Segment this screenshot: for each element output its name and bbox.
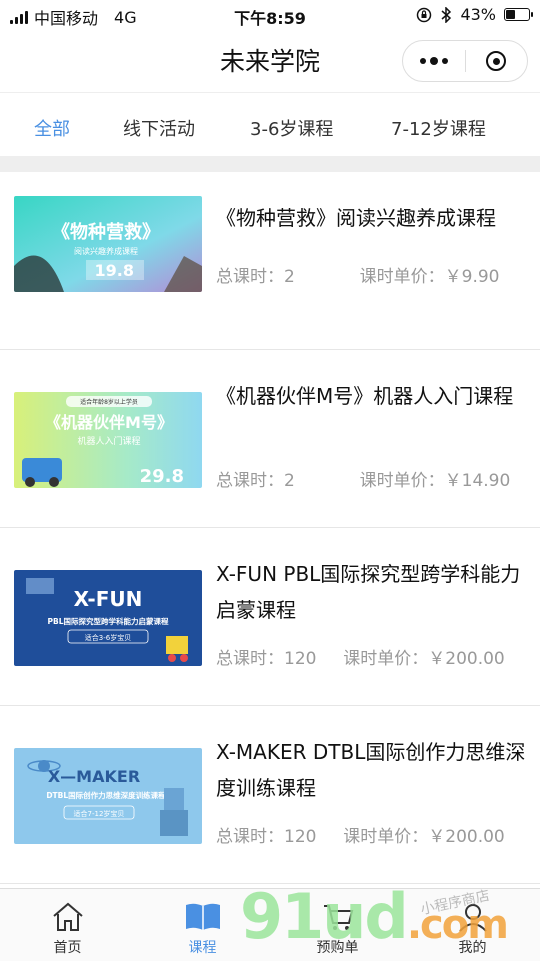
close-button[interactable]	[466, 51, 528, 71]
course-unit-price: 课时单价：￥200.00	[343, 649, 505, 669]
tabbar-profile-label: 我的	[458, 940, 487, 956]
tabbar-home[interactable]: 首页	[0, 889, 135, 961]
course-item[interactable]: X-FUN PBL国际探究型跨学科能力启蒙课程 适合3-6岁宝贝 X-FUN P…	[0, 528, 540, 706]
home-icon	[52, 902, 83, 931]
course-thumbnail: 适合年龄8岁以上学员 《机器伙伴M号》 机器人入门课程 29.8	[14, 392, 202, 488]
tabbar-courses[interactable]: 课程	[135, 889, 270, 961]
course-item[interactable]: X—MAKER DTBL国际创作力思维深度训练课程 适合7-12岁宝贝 X-MA…	[0, 706, 540, 884]
battery-icon	[504, 8, 533, 21]
thumb-title: X—MAKER	[48, 767, 140, 786]
course-unit-price: 课时单价：￥14.90	[359, 471, 511, 491]
course-thumbnail: X-FUN PBL国际探究型跨学科能力启蒙课程 适合3-6岁宝贝	[14, 570, 202, 666]
thumb-subtitle: 阅读兴趣养成课程	[74, 246, 138, 256]
course-meta: 总课时：120 课时单价：￥200.00	[216, 644, 505, 669]
course-item[interactable]: 《物种营救》 阅读兴趣养成课程 19.8 《物种营救》阅读兴趣养成课程 总课时：…	[0, 172, 540, 350]
section-divider	[0, 156, 540, 172]
mini-program-capsule	[402, 40, 528, 82]
course-hours: 总课时：2	[216, 471, 295, 491]
tab-offline-activities[interactable]: 线下活动	[123, 115, 195, 141]
tabbar-cart-label: 预购单	[316, 940, 359, 956]
tabbar-courses-label: 课程	[188, 940, 217, 956]
course-meta: 总课时：120 课时单价：￥200.00	[216, 822, 505, 847]
course-name: 《机器伙伴M号》机器人入门课程	[216, 384, 514, 408]
course-name: 《物种营救》阅读兴趣养成课程	[216, 206, 496, 230]
thumb-price: 19.8	[95, 261, 134, 280]
course-thumbnail: 《物种营救》 阅读兴趣养成课程 19.8	[14, 196, 202, 292]
tabbar-cart[interactable]: 预购单	[270, 889, 405, 961]
nav-bar: 未来学院	[0, 30, 540, 88]
course-thumbnail: X—MAKER DTBL国际创作力思维深度训练课程 适合7-12岁宝贝	[14, 748, 202, 844]
course-meta: 总课时：2 课时单价：￥9.90	[216, 262, 500, 287]
book-icon	[185, 903, 220, 930]
category-tabs: 全部 线下活动 3-6岁课程 7-12岁课程	[0, 92, 540, 157]
course-hours: 总课时：120	[216, 649, 317, 669]
close-circle-icon	[486, 51, 507, 71]
thumb-subtitle: DTBL国际创作力思维深度训练课程	[46, 790, 166, 800]
tab-age-7-12[interactable]: 7-12岁课程	[391, 115, 486, 141]
thumb-title: X-FUN	[74, 587, 143, 611]
more-menu-button[interactable]	[403, 56, 465, 65]
tab-all[interactable]: 全部	[34, 115, 70, 141]
course-unit-price: 课时单价：￥9.90	[359, 267, 500, 287]
rotation-lock-icon	[417, 7, 432, 22]
battery-percent: 43%	[460, 5, 496, 24]
status-bar: 中国移动 4G 下午8:59 43%	[0, 0, 540, 30]
bluetooth-icon	[441, 6, 452, 23]
thumb-price: 29.8	[140, 466, 184, 487]
thumb-title: 《机器伙伴M号》	[45, 413, 173, 432]
thumb-title: 《物种营救》	[52, 221, 160, 243]
tabbar-home-label: 首页	[53, 940, 82, 956]
course-meta: 总课时：2 课时单价：￥14.90	[216, 466, 510, 491]
thumb-tag: 适合7-12岁宝贝	[74, 809, 125, 818]
course-unit-price: 课时单价：￥200.00	[343, 827, 505, 847]
course-hours: 总课时：2	[216, 267, 295, 287]
thumb-tag: 适合3-6岁宝贝	[85, 633, 131, 642]
course-name: X-MAKER DTBL国际创作力思维深度训练课程	[216, 740, 526, 800]
thumb-subtitle: PBL国际探究型跨学科能力启蒙课程	[48, 616, 169, 626]
course-list: 《物种营救》 阅读兴趣养成课程 19.8 《物种营救》阅读兴趣养成课程 总课时：…	[0, 172, 540, 884]
thumb-tag: 适合年龄8岁以上学员	[80, 398, 138, 406]
course-item[interactable]: 适合年龄8岁以上学员 《机器伙伴M号》 机器人入门课程 29.8 《机器伙伴M号…	[0, 350, 540, 528]
cart-icon	[323, 905, 353, 930]
status-right: 43%	[416, 5, 533, 24]
course-hours: 总课时：120	[216, 827, 317, 847]
course-name: X-FUN PBL国际探究型跨学科能力启蒙课程	[216, 562, 521, 622]
thumb-subtitle: 机器人入门课程	[77, 435, 140, 447]
tab-age-3-6[interactable]: 3-6岁课程	[250, 115, 333, 141]
